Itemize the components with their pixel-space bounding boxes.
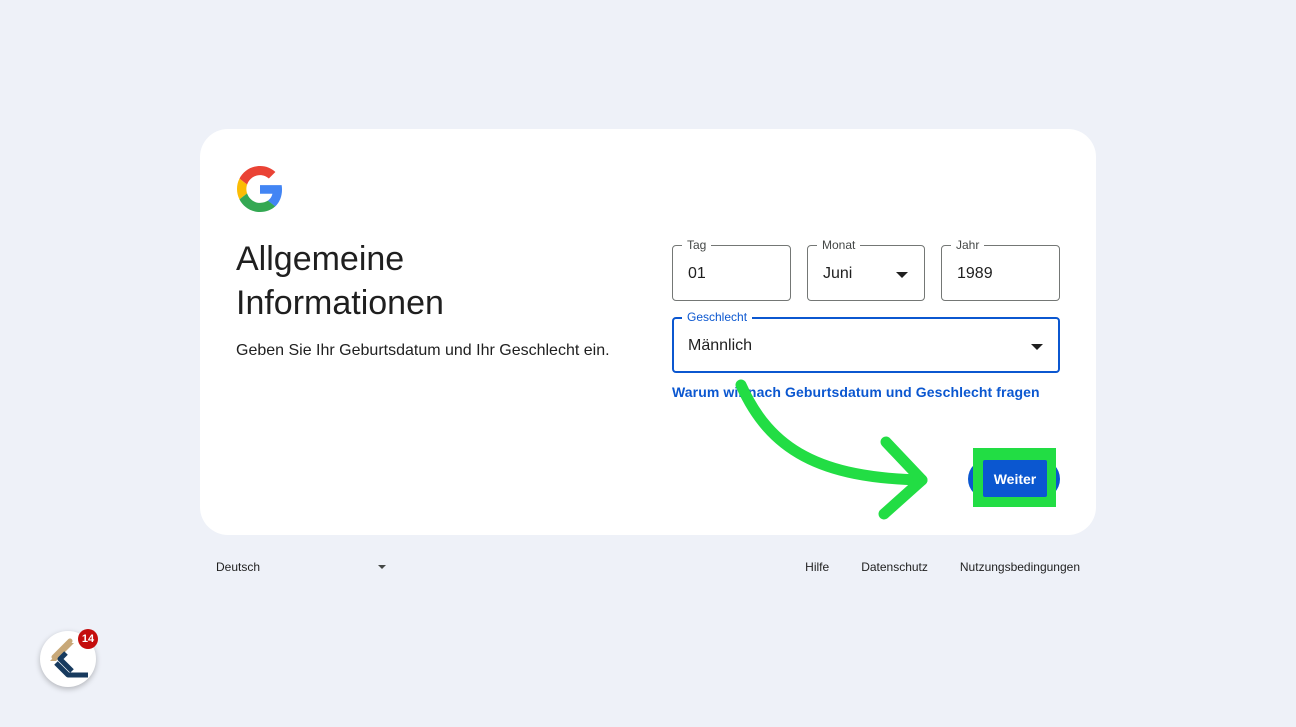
gender-value: Männlich	[688, 337, 753, 354]
year-value: 1989	[957, 265, 993, 282]
language-select[interactable]: Deutsch	[216, 560, 386, 576]
year-label: Jahr	[951, 238, 985, 252]
gender-label: Geschlecht	[682, 310, 753, 324]
footer: Deutsch Hilfe Datenschutz Nutzungsbeding…	[200, 555, 1096, 579]
google-logo-icon	[237, 166, 283, 212]
gender-select[interactable]: Geschlecht Männlich	[672, 310, 1060, 373]
day-label: Tag	[682, 238, 712, 252]
notification-count-badge: 14	[78, 629, 98, 649]
help-link[interactable]: Hilfe	[805, 560, 829, 574]
language-value: Deutsch	[216, 560, 261, 574]
year-field[interactable]: Jahr 1989	[941, 238, 1060, 301]
day-field[interactable]: Tag 01	[672, 238, 791, 301]
dropdown-arrow-icon	[896, 272, 908, 278]
page-title: Allgemeine Informationen	[236, 240, 444, 322]
page-subtitle: Geben Sie Ihr Geburtsdatum und Ihr Gesch…	[236, 342, 610, 359]
dropdown-arrow-icon	[1031, 344, 1043, 350]
terms-link[interactable]: Nutzungsbedingungen	[960, 560, 1080, 574]
why-we-ask-link[interactable]: Warum wir nach Geburtsdatum und Geschlec…	[672, 384, 1040, 400]
day-value: 01	[688, 265, 706, 282]
signup-card: Allgemeine Informationen Geben Sie Ihr G…	[200, 129, 1096, 535]
month-value: Juni	[823, 265, 853, 282]
month-label: Monat	[817, 238, 861, 252]
next-button[interactable]: Weiter	[983, 460, 1047, 497]
footer-links: Hilfe Datenschutz Nutzungsbedingungen	[805, 560, 1080, 574]
month-select[interactable]: Monat Juni	[807, 238, 925, 301]
page: Allgemeine Informationen Geben Sie Ihr G…	[0, 0, 1296, 727]
chevron-down-icon	[378, 565, 386, 569]
privacy-link[interactable]: Datenschutz	[861, 560, 928, 574]
